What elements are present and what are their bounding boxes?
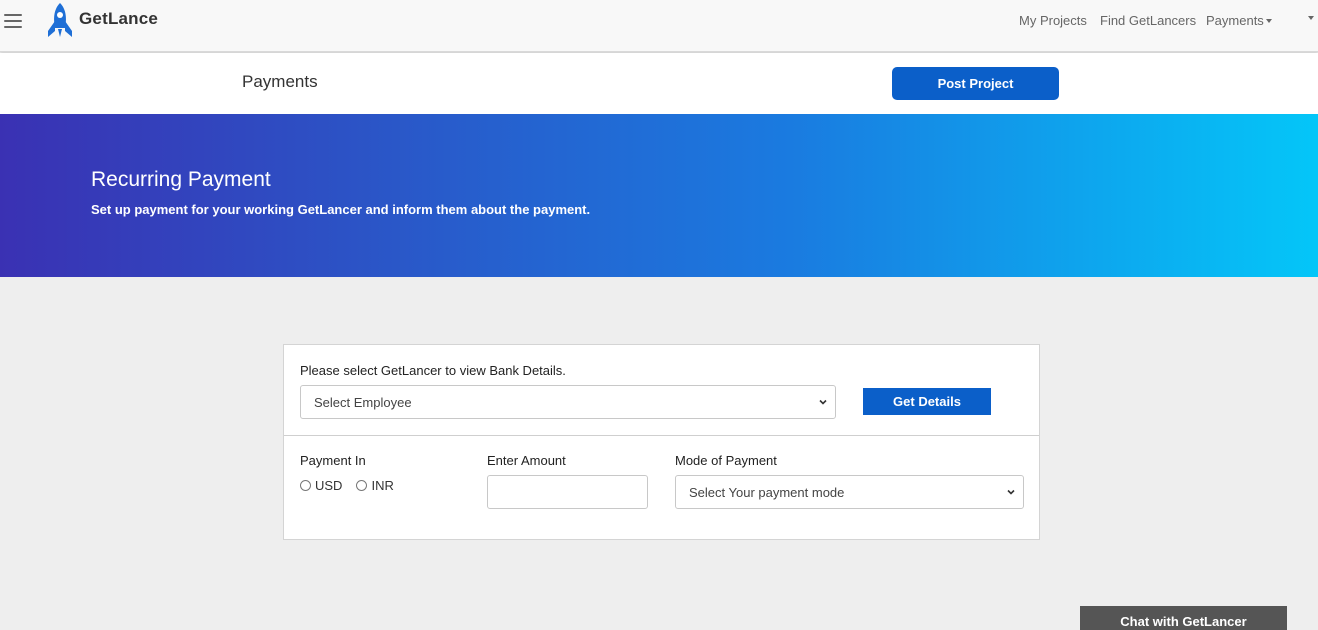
- employee-select-label: Please select GetLancer to view Bank Det…: [300, 363, 566, 378]
- mode-of-payment-label: Mode of Payment: [675, 453, 777, 468]
- nav-dropdown-payments-label: Payments: [1206, 13, 1264, 28]
- chat-widget-button[interactable]: Chat with GetLancer: [1080, 606, 1287, 630]
- employee-select-value: Select Employee: [314, 394, 412, 410]
- page-subheader: Payments Post Project: [0, 53, 1318, 114]
- currency-radio-group: USD INR: [300, 478, 408, 493]
- hero-banner: Recurring Payment Set up payment for you…: [0, 114, 1318, 277]
- payment-mode-select[interactable]: Select Your payment mode: [675, 475, 1024, 509]
- usd-radio[interactable]: [300, 480, 311, 491]
- payment-form-card: Please select GetLancer to view Bank Det…: [283, 344, 1040, 540]
- nav-link-find-getlancers[interactable]: Find GetLancers: [1100, 13, 1196, 28]
- page-title: Payments: [242, 72, 318, 91]
- inr-radio[interactable]: [356, 480, 368, 491]
- payment-mode-select-value: Select Your payment mode: [689, 484, 845, 500]
- employee-select[interactable]: Select Employee: [300, 385, 836, 419]
- rocket-logo-icon[interactable]: [44, 1, 76, 39]
- brand-name[interactable]: GetLance: [79, 9, 158, 29]
- nav-link-my-projects[interactable]: My Projects: [1019, 13, 1087, 28]
- hero-title: Recurring Payment: [91, 168, 271, 191]
- caret-down-icon: [1265, 18, 1272, 23]
- payment-in-label: Payment In: [300, 453, 366, 468]
- account-dropdown-caret-icon[interactable]: [1308, 16, 1314, 20]
- get-details-button[interactable]: Get Details: [863, 388, 991, 415]
- nav-dropdown-payments[interactable]: Payments: [1206, 13, 1272, 28]
- chevron-down-icon: [819, 399, 827, 405]
- hero-subtitle: Set up payment for your working GetLance…: [91, 202, 591, 217]
- card-divider: [284, 435, 1039, 436]
- amount-label: Enter Amount: [487, 453, 566, 468]
- amount-input[interactable]: [487, 475, 648, 509]
- inr-radio-label[interactable]: INR: [371, 478, 393, 493]
- post-project-button[interactable]: Post Project: [892, 67, 1059, 100]
- hamburger-menu-icon[interactable]: [4, 14, 22, 28]
- usd-radio-label[interactable]: USD: [315, 478, 342, 493]
- top-navbar: GetLance My Projects Find GetLancers Pay…: [0, 0, 1318, 52]
- chevron-down-icon: [1007, 489, 1015, 495]
